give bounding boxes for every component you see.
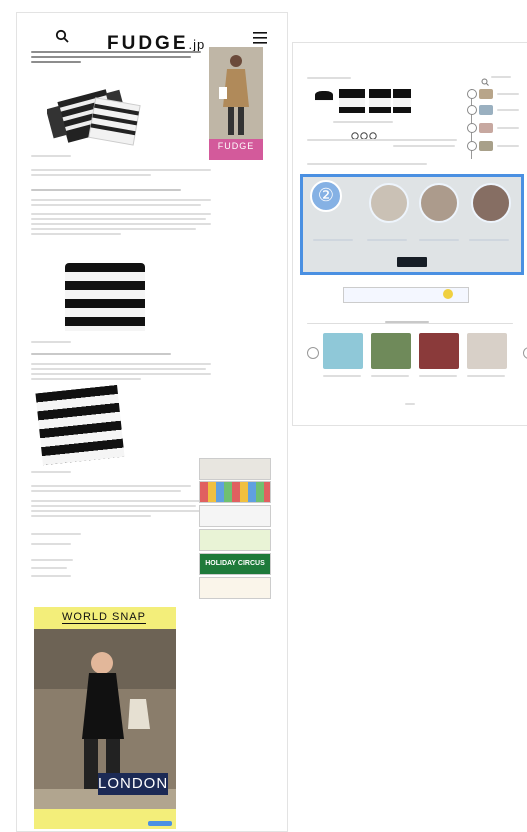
banner-ad[interactable] xyxy=(199,505,271,527)
text-line xyxy=(31,485,191,487)
text-line xyxy=(307,163,427,165)
caption-line xyxy=(31,471,71,473)
text-line xyxy=(31,363,211,365)
striped-sweater-image xyxy=(65,263,145,331)
carousel-prev-icon[interactable] xyxy=(307,347,319,359)
text-line xyxy=(31,223,211,225)
world-snap-ad[interactable]: WORLD SNAP LONDON xyxy=(34,607,176,829)
side-fashion-ad[interactable]: FUDGE xyxy=(209,47,263,160)
text-line xyxy=(31,505,196,507)
caption-line xyxy=(31,341,71,343)
striped-knit-image xyxy=(35,384,125,466)
popular-thumb[interactable] xyxy=(467,333,507,369)
text-line xyxy=(467,375,505,377)
holiday-circus-text: HOLIDAY CIRCUS xyxy=(205,560,265,567)
text-line xyxy=(31,213,211,215)
section-title-line xyxy=(385,321,429,323)
text-line xyxy=(31,533,81,535)
text-line xyxy=(31,199,211,201)
popular-thumb[interactable] xyxy=(419,333,459,369)
holiday-circus-banner[interactable]: HOLIDAY CIRCUS xyxy=(199,553,271,575)
search-icon[interactable] xyxy=(55,29,69,48)
article-title-line xyxy=(31,61,81,63)
side-ad-title: FUDGE xyxy=(209,139,263,160)
popular-thumb[interactable] xyxy=(323,333,363,369)
text-line xyxy=(307,139,457,141)
text-line xyxy=(31,169,211,171)
nav-line xyxy=(491,76,511,78)
sidebar-thumb[interactable] xyxy=(479,141,493,151)
text-line xyxy=(31,500,201,502)
sidebar-thumb[interactable] xyxy=(479,123,493,133)
text-line xyxy=(31,543,71,545)
text-line xyxy=(31,204,201,206)
section-divider xyxy=(307,323,513,324)
text-line xyxy=(323,375,361,377)
text-line xyxy=(497,127,519,129)
text-line xyxy=(419,375,457,377)
text-line xyxy=(497,145,519,147)
subheading-line xyxy=(31,353,171,355)
carousel-next-icon[interactable] xyxy=(523,347,527,359)
logo-suffix: .jp xyxy=(188,37,206,52)
pagination-dots[interactable] xyxy=(405,403,415,405)
text-line xyxy=(31,515,151,517)
caption-line xyxy=(31,155,71,157)
text-line xyxy=(31,575,71,577)
banner-dot xyxy=(443,289,453,299)
text-line xyxy=(333,121,393,123)
product-thumb[interactable] xyxy=(393,89,411,113)
banner-ad[interactable] xyxy=(199,458,271,480)
text-line xyxy=(31,559,73,561)
text-line xyxy=(31,378,141,380)
share-icons[interactable] xyxy=(351,127,377,145)
timeline-dot xyxy=(467,89,477,99)
popular-thumb[interactable] xyxy=(371,333,411,369)
text-line xyxy=(31,567,67,569)
sidebar-thumb[interactable] xyxy=(479,89,493,99)
banner-ad[interactable] xyxy=(199,577,271,599)
text-line xyxy=(31,228,196,230)
text-line xyxy=(31,218,206,220)
text-line xyxy=(393,145,455,147)
snap-ad-footer xyxy=(34,809,176,829)
text-line xyxy=(497,93,519,95)
product-thumb[interactable] xyxy=(339,89,365,113)
sidebar-thumb[interactable] xyxy=(479,105,493,115)
text-line xyxy=(31,233,121,235)
text-line xyxy=(31,510,201,512)
text-line xyxy=(31,174,151,176)
article-title-line xyxy=(31,51,201,53)
text-line xyxy=(31,373,211,375)
text-line xyxy=(31,368,206,370)
snap-ad-button[interactable] xyxy=(148,821,172,826)
text-line xyxy=(497,109,519,111)
timeline-dot xyxy=(467,141,477,151)
world-snap-title: WORLD SNAP xyxy=(62,611,146,624)
product-thumb[interactable] xyxy=(369,89,391,113)
london-label: LONDON xyxy=(98,773,168,795)
step-number-badge: ② xyxy=(310,180,342,212)
subheading-line xyxy=(31,189,181,191)
article-title-line xyxy=(31,56,191,58)
timeline-dot xyxy=(467,105,477,115)
banner-ad[interactable] xyxy=(199,481,271,503)
banner-ad[interactable] xyxy=(199,529,271,551)
breadcrumb-line xyxy=(307,77,351,79)
timeline-dot xyxy=(467,123,477,133)
text-line xyxy=(371,375,409,377)
text-line xyxy=(31,490,181,492)
sweater-image xyxy=(45,81,147,151)
sweater-collar xyxy=(95,263,115,269)
product-thumb[interactable] xyxy=(315,91,333,101)
